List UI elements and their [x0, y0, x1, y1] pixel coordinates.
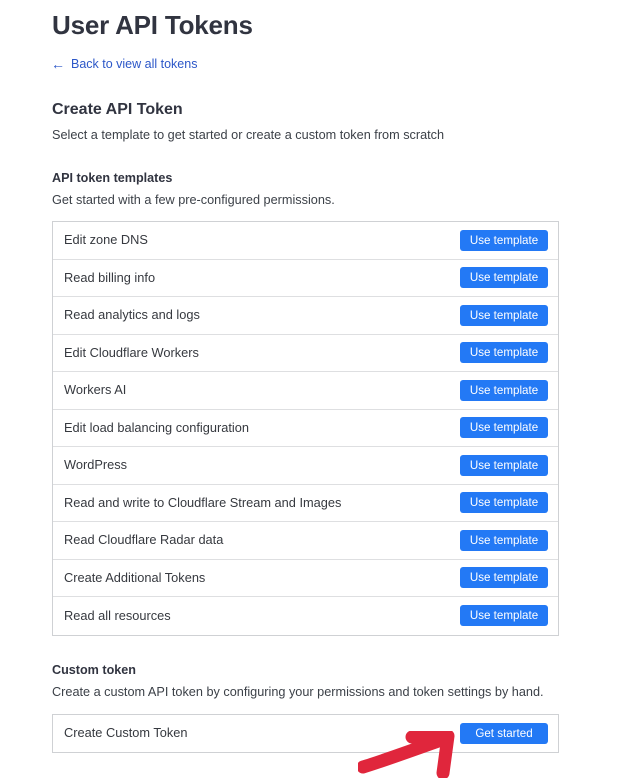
use-template-button[interactable]: Use template [460, 267, 548, 289]
use-template-button[interactable]: Use template [460, 492, 548, 514]
table-row: Read billing info Use template [53, 260, 558, 297]
use-template-button[interactable]: Use template [460, 379, 548, 401]
table-row: Create Additional Tokens Use template [53, 560, 558, 597]
use-template-button[interactable]: Use template [460, 567, 548, 589]
use-template-button[interactable]: Use template [460, 304, 548, 326]
custom-token-description: Create a custom API token by configuring… [52, 684, 544, 699]
table-row: Edit Cloudflare Workers Use template [53, 335, 558, 372]
table-row: WordPress Use template [53, 447, 558, 485]
template-row-label: Create Additional Tokens [64, 569, 206, 585]
custom-token-heading: Custom token [52, 662, 136, 677]
use-template-button[interactable]: Use template [460, 529, 548, 551]
template-row-label: Edit load balancing configuration [64, 419, 249, 435]
table-row: Read and write to Cloudflare Stream and … [53, 485, 558, 522]
template-row-label: Read all resources [64, 607, 171, 623]
table-row: Read analytics and logs Use template [53, 297, 558, 335]
back-to-all-tokens-link[interactable]: ← Back to view all tokens [51, 56, 197, 72]
template-row-label: Read Cloudflare Radar data [64, 532, 224, 548]
table-row: Read all resources Use template [53, 597, 558, 635]
table-row: Edit zone DNS Use template [53, 222, 558, 260]
template-row-label: Read and write to Cloudflare Stream and … [64, 494, 342, 510]
template-row-label: WordPress [64, 457, 128, 473]
page-title: User API Tokens [52, 10, 253, 40]
back-link-label: Back to view all tokens [71, 57, 198, 71]
use-template-button[interactable]: Use template [460, 342, 548, 364]
api-token-templates-heading: API token templates [52, 171, 173, 185]
template-row-label: Edit Cloudflare Workers [64, 344, 199, 360]
create-api-token-description: Select a template to get started or crea… [52, 128, 445, 142]
table-row: Workers AI Use template [53, 372, 558, 410]
use-template-button[interactable]: Use template [460, 454, 548, 476]
template-row-label: Edit zone DNS [64, 232, 148, 248]
custom-token-row-label: Create Custom Token [64, 725, 188, 741]
use-template-button[interactable]: Use template [460, 605, 548, 627]
template-row-label: Workers AI [64, 382, 127, 398]
table-row: Read Cloudflare Radar data Use template [53, 522, 558, 560]
table-row: Create Custom Token Get started [53, 715, 558, 753]
use-template-button[interactable]: Use template [460, 417, 548, 439]
template-row-label: Read billing info [64, 269, 156, 285]
api-token-templates-description: Get started with a few pre-configured pe… [52, 193, 335, 207]
get-started-button[interactable]: Get started [460, 722, 548, 744]
custom-token-card: Create Custom Token Get started [52, 713, 559, 753]
arrow-left-icon: ← [51, 56, 65, 72]
api-token-templates-list: Edit zone DNS Use template Read billing in… [52, 221, 559, 636]
create-api-token-heading: Create API Token [52, 101, 183, 118]
use-template-button[interactable]: Use template [460, 229, 548, 251]
user-api-tokens-page: User API Tokens ← Back to view all token… [0, 0, 619, 778]
template-row-label: Read analytics and logs [64, 307, 200, 323]
table-row: Edit load balancing configuration Use tem… [53, 410, 558, 447]
